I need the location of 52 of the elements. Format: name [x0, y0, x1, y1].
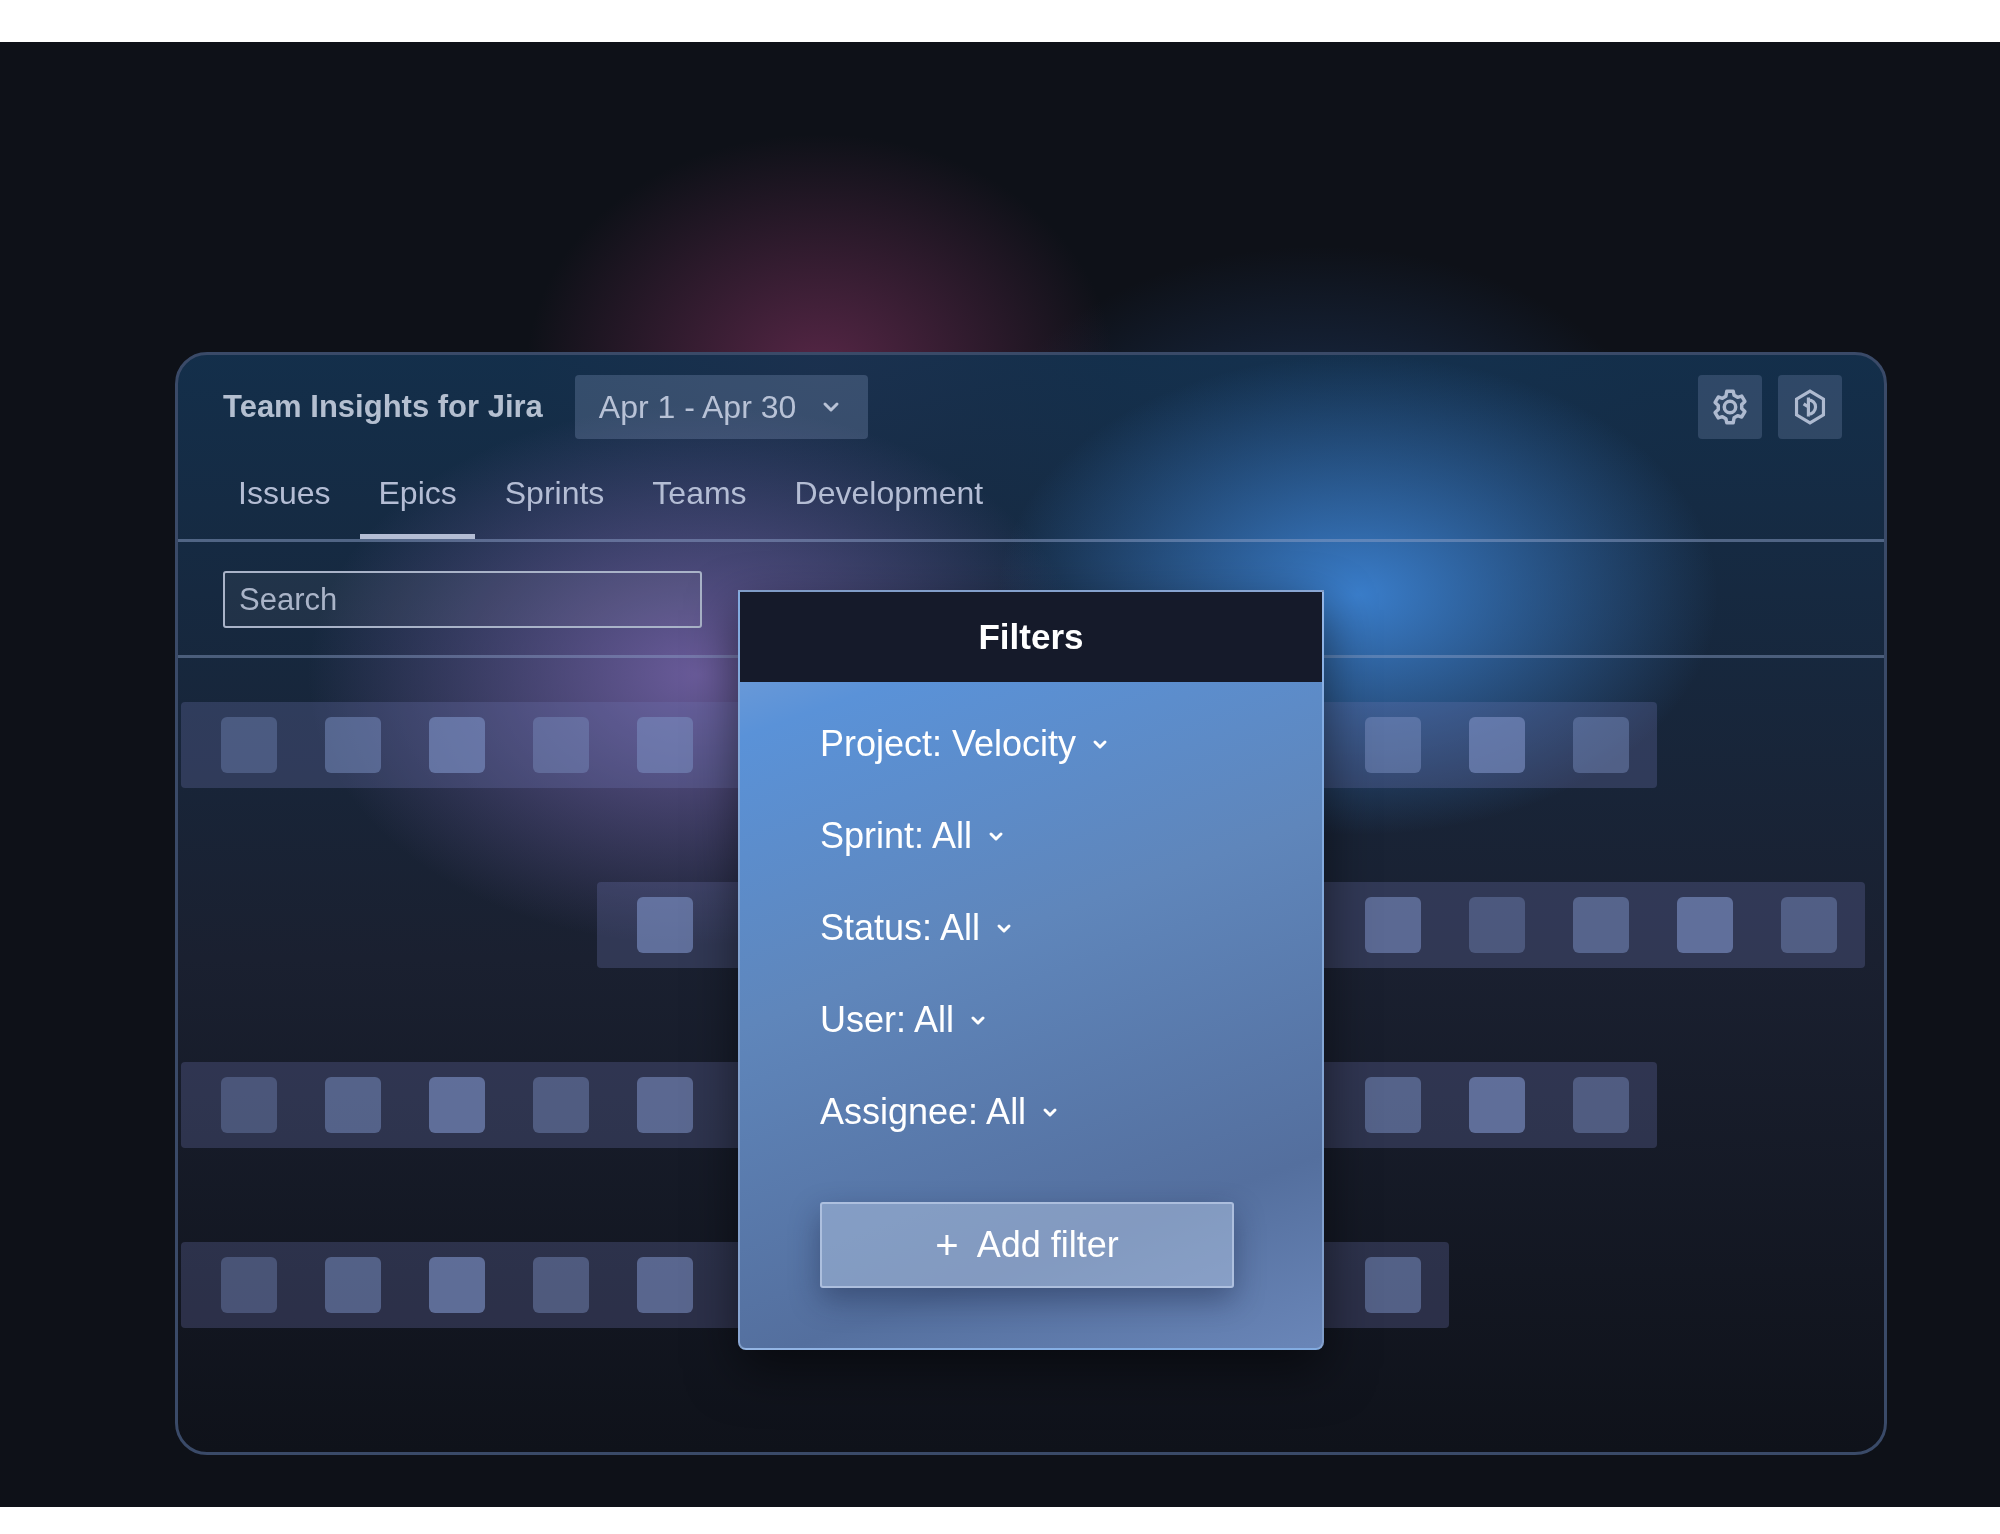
square-marker: [325, 1077, 381, 1133]
square-marker: [1781, 897, 1837, 953]
square-marker: [1365, 897, 1421, 953]
settings-button[interactable]: [1698, 375, 1762, 439]
search-field[interactable]: Search: [223, 571, 702, 628]
add-filter-button[interactable]: + Add filter: [820, 1202, 1234, 1288]
popup-title: Filters: [978, 617, 1084, 657]
square-marker: [325, 1257, 381, 1313]
square-marker: [637, 1257, 693, 1313]
square-marker: [533, 1257, 589, 1313]
square-marker: [1365, 717, 1421, 773]
nav-tab[interactable]: Issues: [220, 463, 349, 539]
square-marker: [1469, 1077, 1525, 1133]
chevron-down-icon: [970, 1014, 987, 1026]
square-marker: [637, 897, 693, 953]
gear-icon: [1711, 388, 1749, 426]
square-marker: [1469, 717, 1525, 773]
app-title: Team Insights for Jira: [223, 389, 543, 425]
square-marker: [533, 1077, 589, 1133]
square-marker: [637, 717, 693, 773]
nav-tab[interactable]: Teams: [634, 463, 765, 539]
square-marker: [1469, 897, 1525, 953]
chevron-down-icon: [1092, 738, 1109, 750]
square-marker: [221, 1077, 277, 1133]
square-marker: [1365, 1257, 1421, 1313]
chevron-down-icon: [996, 922, 1013, 934]
chevron-down-icon: [988, 830, 1005, 842]
square-marker: [429, 717, 485, 773]
square-marker: [221, 1257, 277, 1313]
square-marker: [1573, 897, 1629, 953]
square-marker: [533, 717, 589, 773]
chevron-down-icon: [1042, 1106, 1059, 1118]
square-marker: [1365, 1077, 1421, 1133]
filter-dropdown[interactable]: Assignee: All: [820, 1082, 1059, 1142]
filter-dropdown[interactable]: User: All: [820, 990, 987, 1050]
square-marker: [1573, 717, 1629, 773]
nav-tab[interactable]: Development: [776, 463, 1002, 539]
square-marker: [221, 717, 277, 773]
filter-dropdown[interactable]: Status: All: [820, 898, 1013, 958]
filter-dropdown[interactable]: Project: Velocity: [820, 714, 1109, 774]
chevron-down-icon: [822, 401, 841, 413]
square-marker: [429, 1257, 485, 1313]
square-marker: [429, 1077, 485, 1133]
square-marker: [1573, 1077, 1629, 1133]
square-marker: [325, 717, 381, 773]
hexagon-logo-button[interactable]: [1778, 375, 1842, 439]
filter-dropdown[interactable]: Sprint: All: [820, 806, 1005, 866]
square-marker: [637, 1077, 693, 1133]
nav-tab[interactable]: Sprints: [486, 463, 623, 539]
nav-tab[interactable]: Epics: [360, 463, 475, 539]
date-range-dropdown[interactable]: Apr 1 - Apr 30: [574, 375, 869, 439]
square-marker: [1677, 897, 1733, 953]
